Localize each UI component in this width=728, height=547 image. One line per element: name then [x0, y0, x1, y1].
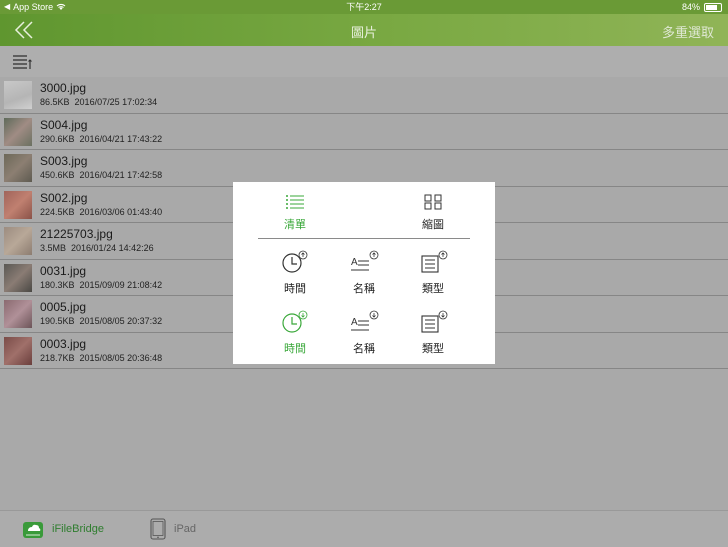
ifilebridge-drive-icon: [23, 522, 43, 538]
view-sort-popup: 清單 縮圖 時間 A 名稱 類型 時間 A 名稱 類型: [233, 182, 495, 364]
file-date: 2016/04/21 17:42:58: [79, 170, 163, 180]
file-date: 2015/08/05 20:36:48: [79, 352, 163, 363]
tab-ipad[interactable]: iPad: [150, 511, 196, 547]
sort-type-ascending[interactable]: 類型: [413, 250, 453, 296]
sort-type-descending[interactable]: 類型: [413, 310, 453, 356]
file-date: 2015/09/09 21:08:42: [79, 279, 163, 290]
file-thumbnail: [4, 190, 32, 219]
multi-select-button[interactable]: 多重選取: [662, 22, 714, 41]
grid-view-label: 縮圖: [422, 219, 444, 231]
file-size: 224.5KB: [40, 206, 75, 217]
clock-down-icon: [282, 310, 308, 333]
list-view-label: 清單: [284, 219, 306, 231]
file-thumbnail: [4, 336, 32, 365]
sort-type-label: 類型: [422, 283, 444, 295]
list-item[interactable]: S004.jpg 290.6KB 2016/04/21 17:43:22: [0, 113, 728, 150]
file-name: 3000.jpg: [40, 81, 87, 95]
file-size: 290.6KB: [40, 133, 75, 144]
list-item[interactable]: 3000.jpg 86.5KB 2016/07/25 17:02:34: [0, 77, 728, 114]
file-name: 0005.jpg: [40, 300, 87, 314]
file-name: 21225703.jpg: [40, 227, 113, 241]
name-down-icon: A: [351, 310, 379, 331]
sort-name-label: 名稱: [353, 283, 375, 295]
battery-percent: 84%: [681, 2, 700, 12]
status-time: 下午2:27: [346, 2, 382, 12]
svg-text:A: A: [351, 317, 358, 328]
file-date: 2016/01/24 14:42:26: [71, 243, 154, 253]
name-up-icon: A: [351, 250, 379, 271]
ipad-icon: [150, 518, 166, 540]
file-thumbnail: [4, 154, 32, 182]
file-name: S003.jpg: [40, 154, 88, 168]
file-thumbnail: [4, 117, 32, 146]
sort-time-label: 時間: [284, 283, 306, 295]
page-title: 圖片: [350, 25, 377, 40]
nav-bar: 圖片 多重選取: [0, 14, 728, 46]
tab-bar: iFileBridge iPad: [0, 510, 728, 547]
sort-name-ascending[interactable]: A 名稱: [344, 250, 384, 296]
status-bar: ◀ App Store 下午2:27 84%: [0, 0, 728, 14]
file-thumbnail: [4, 300, 32, 328]
file-size: 86.5KB: [40, 97, 70, 107]
tab-ifilebridge[interactable]: iFileBridge: [22, 511, 104, 547]
svg-text:A: A: [351, 257, 358, 268]
grid-view-option[interactable]: 縮圖: [413, 194, 453, 232]
grid-view-icon: [424, 194, 442, 210]
file-name: 0003.jpg: [40, 336, 87, 351]
sort-name-label: 名稱: [353, 343, 375, 355]
type-down-icon: [421, 310, 448, 333]
sort-time-descending[interactable]: 時間: [275, 310, 315, 356]
file-date: 2016/03/06 01:43:40: [79, 206, 163, 217]
file-size: 450.6KB: [40, 170, 75, 180]
file-name: S002.jpg: [40, 190, 88, 205]
list-view-icon: [286, 195, 304, 209]
clock-up-icon: [282, 250, 308, 273]
sort-menu-icon[interactable]: [12, 54, 32, 70]
popup-divider: [258, 238, 470, 239]
file-thumbnail: [4, 227, 32, 255]
file-size: 190.5KB: [40, 316, 75, 326]
sort-type-label: 類型: [422, 343, 444, 355]
file-date: 2016/07/25 17:02:34: [74, 97, 158, 107]
file-size: 180.3KB: [40, 279, 75, 290]
file-name: 0031.jpg: [40, 263, 87, 278]
tab-ipad-label: iPad: [174, 523, 197, 535]
file-name: S004.jpg: [40, 117, 88, 132]
file-date: 2015/08/05 20:37:32: [79, 316, 163, 326]
sort-name-descending[interactable]: A 名稱: [344, 310, 384, 356]
sort-time-label: 時間: [284, 343, 306, 355]
tab-ifilebridge-label: iFileBridge: [52, 523, 104, 535]
file-size: 218.7KB: [40, 352, 75, 363]
type-up-icon: [421, 250, 448, 273]
list-view-option[interactable]: 清單: [275, 194, 315, 232]
file-date: 2016/04/21 17:43:22: [79, 133, 163, 144]
battery-icon: [704, 2, 722, 12]
sort-time-ascending[interactable]: 時間: [275, 250, 315, 296]
file-thumbnail: [4, 81, 32, 109]
file-size: 3.5MB: [40, 243, 67, 253]
toolbar: [0, 46, 728, 77]
file-thumbnail: [4, 263, 32, 292]
